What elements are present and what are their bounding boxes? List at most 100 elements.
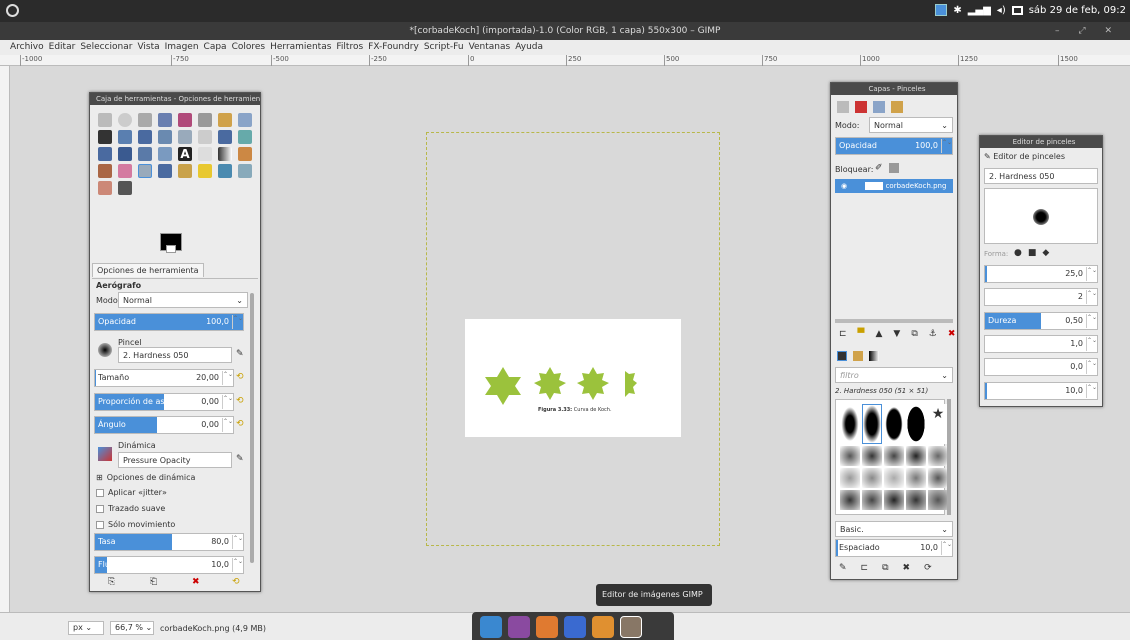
pencil-tool-icon[interactable] bbox=[238, 147, 252, 161]
reset-options-icon[interactable]: ⟲ bbox=[232, 577, 240, 587]
zoom-tool-icon[interactable] bbox=[118, 130, 132, 144]
brush-item[interactable] bbox=[884, 490, 904, 510]
flip-tool-icon[interactable] bbox=[138, 147, 152, 161]
layers-scrollbar[interactable] bbox=[835, 319, 953, 323]
brush-set-select[interactable]: Basic. ⌄ bbox=[835, 521, 953, 537]
scale-tool-icon[interactable] bbox=[238, 130, 252, 144]
opacity-slider[interactable]: Opacidad 100,0 ⌃⌄ bbox=[94, 313, 244, 331]
edit-brush-icon[interactable]: ✎ bbox=[236, 349, 244, 359]
signal-icon[interactable]: ▂▄▆ bbox=[968, 5, 991, 16]
app-indicator-icon[interactable] bbox=[935, 4, 948, 16]
clock[interactable]: sáb 29 de feb, 09:2 bbox=[1029, 5, 1126, 16]
text-tool-icon[interactable]: A bbox=[178, 147, 192, 161]
brush-item[interactable] bbox=[884, 404, 904, 444]
jitter-checkbox[interactable]: Aplicar «jitter» bbox=[96, 488, 167, 497]
brush-item[interactable] bbox=[906, 490, 926, 510]
volume-icon[interactable]: ◂) bbox=[997, 5, 1006, 16]
brush-editor-title[interactable]: Editor de pinceles bbox=[980, 136, 1102, 148]
brush-aspect-slider[interactable]: Proporción de aspecto 1,0 ⌃⌄ bbox=[984, 335, 1098, 353]
color-picker-tool-icon[interactable] bbox=[98, 130, 112, 144]
brush-item[interactable] bbox=[862, 490, 882, 510]
menu-archivo[interactable]: Archivo bbox=[10, 40, 44, 55]
tab-layers-icon[interactable] bbox=[837, 101, 849, 113]
lock-alpha-icon[interactable] bbox=[889, 163, 899, 173]
bucket-fill-tool-icon[interactable] bbox=[198, 147, 212, 161]
duplicate-brush-icon[interactable]: ⧉ bbox=[882, 563, 888, 573]
duplicate-layer-icon[interactable]: ⧉ bbox=[911, 329, 917, 339]
paintbrush-tool-icon[interactable] bbox=[98, 164, 112, 178]
tab-channels-icon[interactable] bbox=[855, 101, 867, 113]
size-spinner[interactable]: ⌃⌄ bbox=[222, 371, 233, 385]
settings-icon[interactable] bbox=[508, 616, 530, 638]
battery-icon[interactable] bbox=[1011, 5, 1023, 15]
brush-editor-spacing-slider[interactable]: Espaciado 10,0 ⌃⌄ bbox=[984, 382, 1098, 400]
brush-field[interactable]: 2. Hardness 050 bbox=[118, 347, 232, 363]
align-tool-icon[interactable] bbox=[178, 130, 192, 144]
brush-item[interactable] bbox=[928, 446, 948, 466]
shape-diamond-icon[interactable]: ◆ bbox=[1042, 248, 1049, 258]
dodge-burn-tool-icon[interactable] bbox=[118, 181, 132, 195]
brush-item[interactable] bbox=[840, 404, 860, 444]
brush-angle-slider[interactable]: Ángulo 0,0 ⌃⌄ bbox=[984, 358, 1098, 376]
brush-item[interactable] bbox=[884, 468, 904, 488]
dynamics-options-expander[interactable]: ⊞ Opciones de dinámica bbox=[96, 473, 195, 482]
horizontal-ruler[interactable]: -1000 -750 -500 -250 0 250 500 750 1000 … bbox=[0, 55, 1130, 66]
menu-script-fu[interactable]: Script-Fu bbox=[424, 40, 464, 55]
hardness-slider[interactable]: Dureza 0,50 ⌃⌄ bbox=[984, 312, 1098, 330]
browser-icon[interactable] bbox=[536, 616, 558, 638]
vertical-ruler[interactable] bbox=[0, 66, 10, 612]
brush-preview-icon[interactable] bbox=[98, 343, 112, 357]
radius-slider[interactable]: Radio 25,0 ⌃⌄ bbox=[984, 265, 1098, 283]
ellipse-select-tool-icon[interactable] bbox=[118, 113, 132, 127]
brush-spacing-spinner[interactable]: ⌃⌄ bbox=[941, 541, 952, 555]
paths-tool-icon[interactable] bbox=[238, 113, 252, 127]
dynamics-field[interactable]: Pressure Opacity bbox=[118, 452, 232, 468]
menu-fx-foundry[interactable]: FX-Foundry bbox=[368, 40, 419, 55]
heal-tool-icon[interactable] bbox=[198, 164, 212, 178]
rotate-tool-icon[interactable] bbox=[218, 130, 232, 144]
layers-dialog-title[interactable]: Capas - Pinceles bbox=[831, 83, 957, 95]
flow-slider[interactable]: Flujo 10,0 ⌃⌄ bbox=[94, 556, 244, 574]
select-by-color-tool-icon[interactable] bbox=[178, 113, 192, 127]
layer-opacity-spinner[interactable]: ⌃⌄ bbox=[941, 139, 952, 153]
rate-slider[interactable]: Tasa 80,0 ⌃⌄ bbox=[94, 533, 244, 551]
lock-pixels-icon[interactable]: ✐ bbox=[875, 163, 883, 173]
brush-grid[interactable]: ★ bbox=[835, 399, 948, 515]
new-brush-icon[interactable]: ⊏ bbox=[861, 563, 869, 573]
layer-opacity-slider[interactable]: Opacidad 100,0 ⌃⌄ bbox=[835, 137, 953, 155]
aspect-slider[interactable]: Proporción de aspecto 0,00 ⌃⌄ bbox=[94, 393, 234, 411]
tab-undo-icon[interactable] bbox=[891, 101, 903, 113]
rect-select-tool-icon[interactable] bbox=[98, 113, 112, 127]
perspective-clone-tool-icon[interactable] bbox=[218, 164, 232, 178]
background-color-swatch[interactable] bbox=[166, 245, 176, 253]
menu-imagen[interactable]: Imagen bbox=[165, 40, 199, 55]
brush-item[interactable] bbox=[840, 490, 860, 510]
tab-gradients-icon[interactable] bbox=[869, 351, 879, 361]
delete-layer-icon[interactable]: ✖ bbox=[948, 329, 956, 339]
blend-tool-icon[interactable] bbox=[218, 147, 232, 161]
mode-select[interactable]: Normal ⌄ bbox=[118, 292, 248, 308]
layer-visibility-icon[interactable]: ◉ bbox=[841, 182, 847, 190]
blur-tool-icon[interactable] bbox=[238, 164, 252, 178]
angle-spinner[interactable]: ⌃⌄ bbox=[222, 418, 233, 432]
spikes-slider[interactable]: Púas 2 ⌃⌄ bbox=[984, 288, 1098, 306]
fuzzy-select-tool-icon[interactable] bbox=[158, 113, 172, 127]
files-icon[interactable] bbox=[592, 616, 614, 638]
menu-herramientas[interactable]: Herramientas bbox=[270, 40, 331, 55]
clone-tool-icon[interactable] bbox=[178, 164, 192, 178]
flow-spinner[interactable]: ⌃⌄ bbox=[232, 558, 243, 572]
lower-layer-icon[interactable]: ▼ bbox=[893, 329, 900, 339]
menu-editar[interactable]: Editar bbox=[49, 40, 76, 55]
menu-vista[interactable]: Vista bbox=[137, 40, 159, 55]
restore-options-icon[interactable]: ⎗ bbox=[150, 577, 157, 587]
tab-paths-icon[interactable] bbox=[873, 101, 885, 113]
reset-aspect-icon[interactable]: ⟲ bbox=[236, 396, 244, 406]
menu-colores[interactable]: Colores bbox=[232, 40, 266, 55]
reset-angle-icon[interactable]: ⟲ bbox=[236, 419, 244, 429]
brush-item[interactable] bbox=[862, 468, 882, 488]
toolbox-title[interactable]: Caja de herramientas - Opciones de herra… bbox=[90, 93, 260, 105]
brush-spacing-slider[interactable]: Espaciado 10,0 ⌃⌄ bbox=[835, 539, 953, 557]
brush-scrollbar[interactable] bbox=[947, 399, 951, 515]
motion-only-checkbox[interactable]: Sólo movimiento bbox=[96, 520, 175, 529]
tab-patterns-icon[interactable] bbox=[853, 351, 863, 361]
